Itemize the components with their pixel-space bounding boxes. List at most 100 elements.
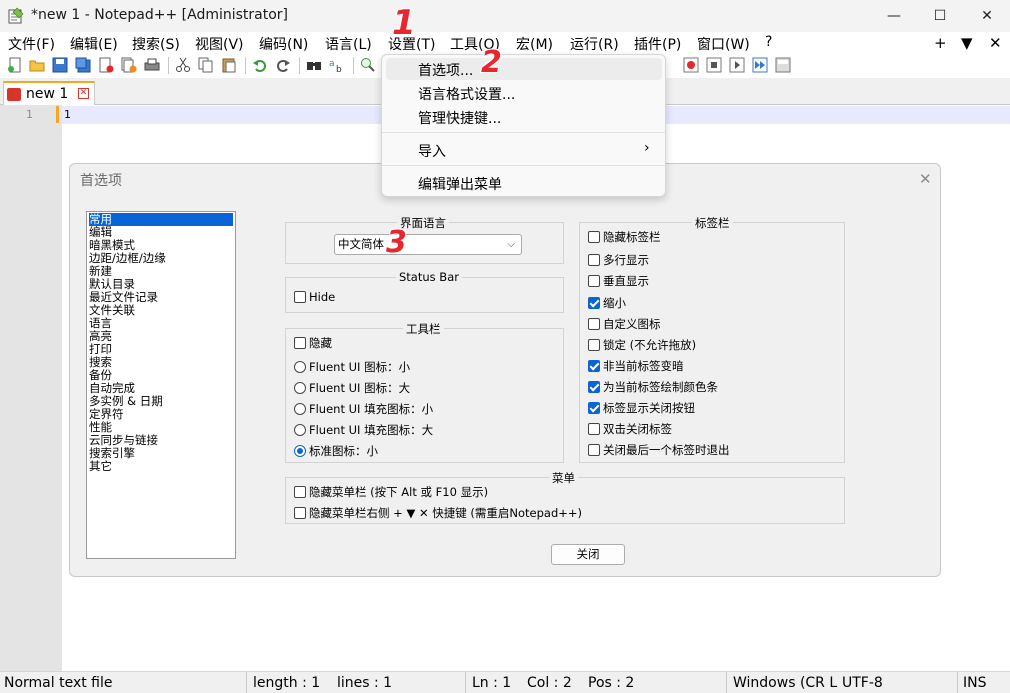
save-all-icon[interactable] [75,57,91,73]
close-all-icon[interactable] [121,57,137,73]
menu-encoding[interactable]: 编码(N) [259,34,308,54]
undo-icon[interactable] [252,57,268,73]
minimize-button[interactable]: — [871,0,917,32]
status-bar-hide-option[interactable]: Hide [294,290,335,305]
option-label: 隐藏菜单栏 (按下 Alt 或 F10 显示) [309,485,489,499]
menu-search[interactable]: 搜索(S) [132,34,180,54]
radio-icon[interactable] [294,403,306,415]
tabbar-option[interactable]: 双击关闭标签 [588,422,672,437]
checkbox-icon[interactable] [294,337,306,349]
hide-menubar-option[interactable]: 隐藏菜单栏 (按下 Alt 或 F10 显示) [294,485,488,500]
tab-list-down-icon[interactable]: ▼ [961,34,973,52]
paste-icon[interactable] [221,57,237,73]
maximize-button[interactable]: ☐ [917,0,963,32]
close-document-icon[interactable]: ✕ [989,34,1002,52]
menu-help[interactable]: ? [765,34,772,50]
status-position: Pos : 2 [588,675,635,691]
ui-language-select[interactable]: 中文简体 ⌵ [334,234,522,255]
open-file-icon[interactable] [29,57,45,73]
save-macro-icon[interactable] [775,57,791,73]
document-tab[interactable]: new 1 ✕ [3,81,95,106]
tabbar-option[interactable]: 关闭最后一个标签时退出 [588,443,730,458]
tab-close-icon[interactable]: ✕ [78,88,89,99]
redo-icon[interactable] [275,57,291,73]
checkbox-icon[interactable] [588,254,600,266]
hide-menubar-right-option[interactable]: 隐藏菜单栏右侧 + ▼ ✕ 快捷键 (需重启Notepad++) [294,506,582,521]
settings-dropdown-menu: 首选项... 语言格式设置... 管理快捷键... 导入 › 编辑弹出菜单 [381,54,667,197]
checkbox-icon[interactable] [294,291,306,303]
toolbar-icon-option[interactable]: Fluent UI 填充图标：小 [294,402,433,417]
checkbox-icon[interactable] [294,507,306,519]
radio-icon[interactable] [294,424,306,436]
new-file-icon[interactable] [7,57,23,73]
checkbox-icon[interactable] [588,339,600,351]
checkbox-icon[interactable] [588,231,600,243]
record-macro-icon[interactable] [683,57,699,73]
checkbox-icon[interactable] [588,402,600,414]
tabbar-option[interactable]: 多行显示 [588,253,649,268]
status-insert-mode: INS [963,675,987,691]
option-label: Fluent UI 填充图标：大 [309,423,434,437]
new-tab-plus-icon[interactable]: + [934,34,947,52]
dialog-close-button[interactable]: 关闭 [551,544,625,565]
radio-icon[interactable] [294,382,306,394]
menu-item-import[interactable]: 导入 [418,141,446,161]
toolbar-icon-option[interactable]: Fluent UI 图标：小 [294,360,410,375]
menu-item-edit-popup-menu[interactable]: 编辑弹出菜单 [418,174,502,194]
tabbar-option[interactable]: 锁定 (不允许拖放) [588,338,696,353]
menu-plugins[interactable]: 插件(P) [634,34,681,54]
close-file-icon[interactable] [98,57,114,73]
toolbar-icon-option[interactable]: Fluent UI 填充图标：大 [294,423,433,438]
menu-item-preferences[interactable]: 首选项... [418,60,473,80]
tabbar-option[interactable]: 为当前标签绘制颜色条 [588,380,718,395]
category-item[interactable]: 其它 [89,460,112,473]
option-label: Fluent UI 填充图标：小 [309,402,434,416]
checkbox-icon[interactable] [588,423,600,435]
menu-run[interactable]: 运行(R) [570,34,619,54]
checkbox-icon[interactable] [588,444,600,456]
radio-icon[interactable] [294,445,306,457]
tabbar-option[interactable]: 缩小 [588,296,626,311]
find-icon[interactable] [306,57,322,73]
copy-icon[interactable] [198,57,214,73]
status-separator [465,672,466,693]
menu-macro[interactable]: 宏(M) [516,34,553,54]
option-label: 多行显示 [603,253,649,267]
checkbox-icon[interactable] [588,318,600,330]
category-list[interactable]: 常用 编辑 暗黑模式 边距/边框/边缘 新建 默认目录 最近文件记录 文件关联 … [86,211,236,559]
replace-icon[interactable]: ab [329,57,345,73]
tabbar-option[interactable]: 隐藏标签栏 [588,230,661,245]
menu-edit[interactable]: 编辑(E) [70,34,118,54]
menu-item-shortcut-mapper[interactable]: 管理快捷键... [418,108,501,128]
menu-language[interactable]: 语言(L) [325,34,372,54]
menu-group-title: 菜单 [549,470,578,486]
menu-window[interactable]: 窗口(W) [697,34,750,54]
play-macro-icon[interactable] [729,57,745,73]
radio-icon[interactable] [294,361,306,373]
tabbar-option[interactable]: 垂直显示 [588,274,649,289]
checkbox-icon[interactable] [588,275,600,287]
checkbox-icon[interactable] [588,381,600,393]
zoom-in-icon[interactable] [360,57,376,73]
menu-view[interactable]: 视图(V) [195,34,244,54]
checkbox-icon[interactable] [588,297,600,309]
run-macro-multiple-icon[interactable] [752,57,768,73]
stop-macro-icon[interactable] [706,57,722,73]
checkbox-icon[interactable] [294,486,306,498]
option-label: 锁定 (不允许拖放) [603,338,697,352]
menu-item-style-configurator[interactable]: 语言格式设置... [418,84,515,104]
print-icon[interactable] [144,57,160,73]
tabbar-option[interactable]: 自定义图标 [588,317,661,332]
toolbar-icon-option[interactable]: Fluent UI 图标：大 [294,381,410,396]
toolbar-hide-option[interactable]: 隐藏 [294,336,332,351]
menu-file[interactable]: 文件(F) [8,34,55,54]
toolbar-icon-option-selected[interactable]: 标准图标：小 [294,444,378,459]
close-window-button[interactable]: ✕ [964,0,1010,32]
tabbar-option[interactable]: 非当前标签变暗 [588,359,684,374]
dialog-close-icon[interactable]: ✕ [919,170,932,188]
save-icon[interactable] [52,57,68,73]
cut-icon[interactable] [175,57,191,73]
checkbox-icon[interactable] [588,360,600,372]
tabbar-option[interactable]: 标签显示关闭按钮 [588,401,695,416]
menu-group: 菜单 隐藏菜单栏 (按下 Alt 或 F10 显示) 隐藏菜单栏右侧 + ▼ ✕… [285,470,845,524]
